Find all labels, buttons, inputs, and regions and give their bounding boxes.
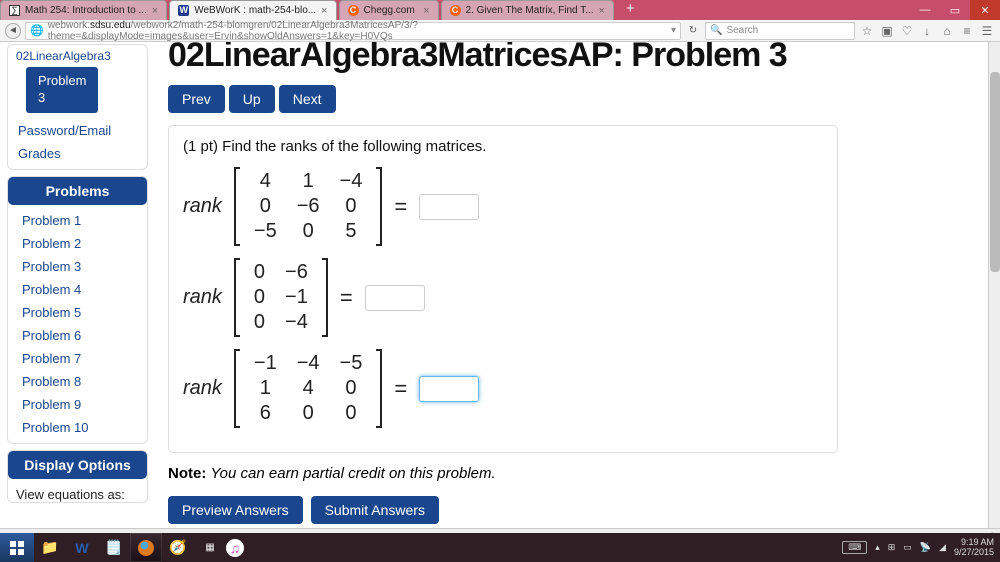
download-icon[interactable]: ↓ — [919, 23, 935, 39]
site-icon: ∑ — [9, 5, 20, 16]
note: Note: You can earn partial credit on thi… — [168, 465, 985, 482]
matrix-row-2: rank0−60−10−4= — [183, 258, 823, 337]
taskbar-firefox-icon[interactable] — [130, 533, 162, 562]
matrix-row-3: rank−1−4−5140600= — [183, 349, 823, 428]
tab-title: Math 254: Introduction to ... — [25, 5, 147, 16]
sidebar-problem-2[interactable]: Problem 2 — [12, 232, 143, 255]
search-input[interactable]: 🔍 Search — [705, 22, 855, 40]
rank-answer-input-1[interactable] — [419, 194, 479, 220]
menu-icon[interactable]: ☰ — [979, 23, 995, 39]
tray-battery-icon[interactable]: ▭ — [903, 542, 912, 553]
tab-math254[interactable]: ∑ Math 254: Introduction to ... × — [0, 0, 167, 20]
close-window-button[interactable]: ✕ — [970, 0, 1000, 20]
vertical-scrollbar[interactable] — [988, 42, 1000, 540]
tab-title: 2. Given The Matrix, Find T... — [466, 5, 594, 16]
tab-chegg[interactable]: C Chegg.com × — [339, 0, 439, 20]
dropdown-icon[interactable]: ▾ — [671, 25, 676, 36]
sidebar-problem-7[interactable]: Problem 7 — [12, 347, 143, 370]
main-content: 02LinearAlgebra3MatricesAP: Problem 3 Pr… — [150, 42, 995, 540]
window-controls: — ▭ ✕ — [910, 0, 1000, 20]
new-tab-button[interactable]: + — [616, 0, 645, 20]
search-icon: 🔍 — [710, 25, 722, 36]
maximize-button[interactable]: ▭ — [940, 0, 970, 20]
sidebar-problem-6[interactable]: Problem 6 — [12, 324, 143, 347]
display-options-header: Display Options — [8, 451, 147, 479]
problems-header: Problems — [8, 177, 147, 205]
submit-answers-button[interactable]: Submit Answers — [311, 496, 439, 524]
close-icon[interactable]: × — [423, 5, 429, 17]
minimize-button[interactable]: — — [910, 0, 940, 20]
taskbar-itunes-icon[interactable]: ♫ — [226, 539, 244, 557]
rank-answer-input-2[interactable] — [365, 285, 425, 311]
breadcrumb[interactable]: 02LinearAlgebra3 — [12, 49, 115, 67]
taskbar-notes-icon[interactable]: 🗒️ — [98, 533, 130, 562]
shield-icon[interactable]: ♡ — [899, 23, 915, 39]
back-button[interactable]: ◄ — [5, 23, 21, 39]
tab-chegg-problem[interactable]: C 2. Given The Matrix, Find T... × — [441, 0, 614, 20]
page-title: 02LinearAlgebra3MatricesAP: Problem 3 — [168, 42, 985, 75]
taskbar-explorer-icon[interactable]: 📁 — [34, 533, 66, 562]
sidebar-problem-8[interactable]: Problem 8 — [12, 370, 143, 393]
home-icon[interactable]: ⌂ — [939, 23, 955, 39]
rank-label: rank — [183, 286, 222, 309]
close-icon[interactable]: × — [599, 5, 605, 17]
equals-sign: = — [394, 194, 407, 220]
site-icon: C — [348, 5, 359, 16]
up-button[interactable]: Up — [229, 85, 275, 113]
rank-label: rank — [183, 195, 222, 218]
sidebar-problem-10[interactable]: Problem 10 — [12, 416, 143, 439]
start-button[interactable] — [0, 533, 34, 562]
tray-win-icon[interactable]: ⊞ — [888, 542, 896, 553]
url-input[interactable]: 🌐 webwork.sdsu.edu/webwork2/math-254-blo… — [25, 22, 681, 40]
equals-sign: = — [394, 376, 407, 402]
rank-answer-input-3[interactable] — [419, 376, 479, 402]
matrix-row-1: rank41−40−60−505= — [183, 167, 823, 246]
site-icon: C — [450, 5, 461, 16]
pocket-icon[interactable]: ▣ — [879, 23, 895, 39]
globe-icon: 🌐 — [30, 24, 44, 37]
sidebar: 02LinearAlgebra3 Problem 3 Password/Emai… — [5, 42, 150, 540]
display-options-text: View equations as: — [12, 483, 143, 502]
close-icon[interactable]: × — [321, 5, 327, 17]
taskbar-app-icon[interactable]: ▦ — [194, 533, 226, 562]
taskbar: 📁 W 🗒️ 🧭 ▦ ♫ ⌨ ▴ ⊞ ▭ 📡 ◢ 9:19 AM 9/27/20… — [0, 533, 1000, 562]
close-icon[interactable]: × — [152, 5, 158, 17]
address-bar: ◄ 🌐 webwork.sdsu.edu/webwork2/math-254-b… — [0, 20, 1000, 42]
site-icon: W — [178, 5, 189, 16]
tray-volume-icon[interactable]: ◢ — [939, 542, 946, 553]
tray-network-icon[interactable]: 📡 — [920, 542, 931, 553]
current-problem-badge: Problem 3 — [26, 67, 98, 113]
tab-title: Chegg.com — [364, 5, 419, 16]
sidebar-problem-3[interactable]: Problem 3 — [12, 255, 143, 278]
sidebar-link-grades[interactable]: Grades — [12, 142, 143, 165]
tab-title: WeBWorK : math-254-blo... — [194, 5, 316, 16]
sidebar-problem-9[interactable]: Problem 9 — [12, 393, 143, 416]
bookmark-icon[interactable]: ☆ — [859, 23, 875, 39]
browser-tab-bar: ∑ Math 254: Introduction to ... × W WeBW… — [0, 0, 1000, 20]
taskbar-word-icon[interactable]: W — [66, 533, 98, 562]
taskbar-safari-icon[interactable]: 🧭 — [162, 533, 194, 562]
tab-webwork[interactable]: W WeBWorK : math-254-blo... × — [169, 0, 336, 20]
equals-sign: = — [340, 285, 353, 311]
sidebar-problem-1[interactable]: Problem 1 — [12, 209, 143, 232]
problem-panel: (1 pt) Find the ranks of the following m… — [168, 125, 838, 453]
rank-label: rank — [183, 377, 222, 400]
list-icon[interactable]: ≡ — [959, 23, 975, 39]
keyboard-icon[interactable]: ⌨ — [842, 541, 867, 554]
prev-button[interactable]: Prev — [168, 85, 225, 113]
clock[interactable]: 9:19 AM 9/27/2015 — [954, 538, 994, 558]
tray-chevron-icon[interactable]: ▴ — [875, 542, 880, 553]
reload-button[interactable]: ↻ — [685, 23, 701, 39]
sidebar-problem-4[interactable]: Problem 4 — [12, 278, 143, 301]
problem-prompt: (1 pt) Find the ranks of the following m… — [183, 138, 823, 155]
preview-answers-button[interactable]: Preview Answers — [168, 496, 303, 524]
next-button[interactable]: Next — [279, 85, 336, 113]
sidebar-problem-5[interactable]: Problem 5 — [12, 301, 143, 324]
viewport: 02LinearAlgebra3 Problem 3 Password/Emai… — [0, 42, 1000, 541]
sidebar-link-password[interactable]: Password/Email — [12, 119, 143, 142]
